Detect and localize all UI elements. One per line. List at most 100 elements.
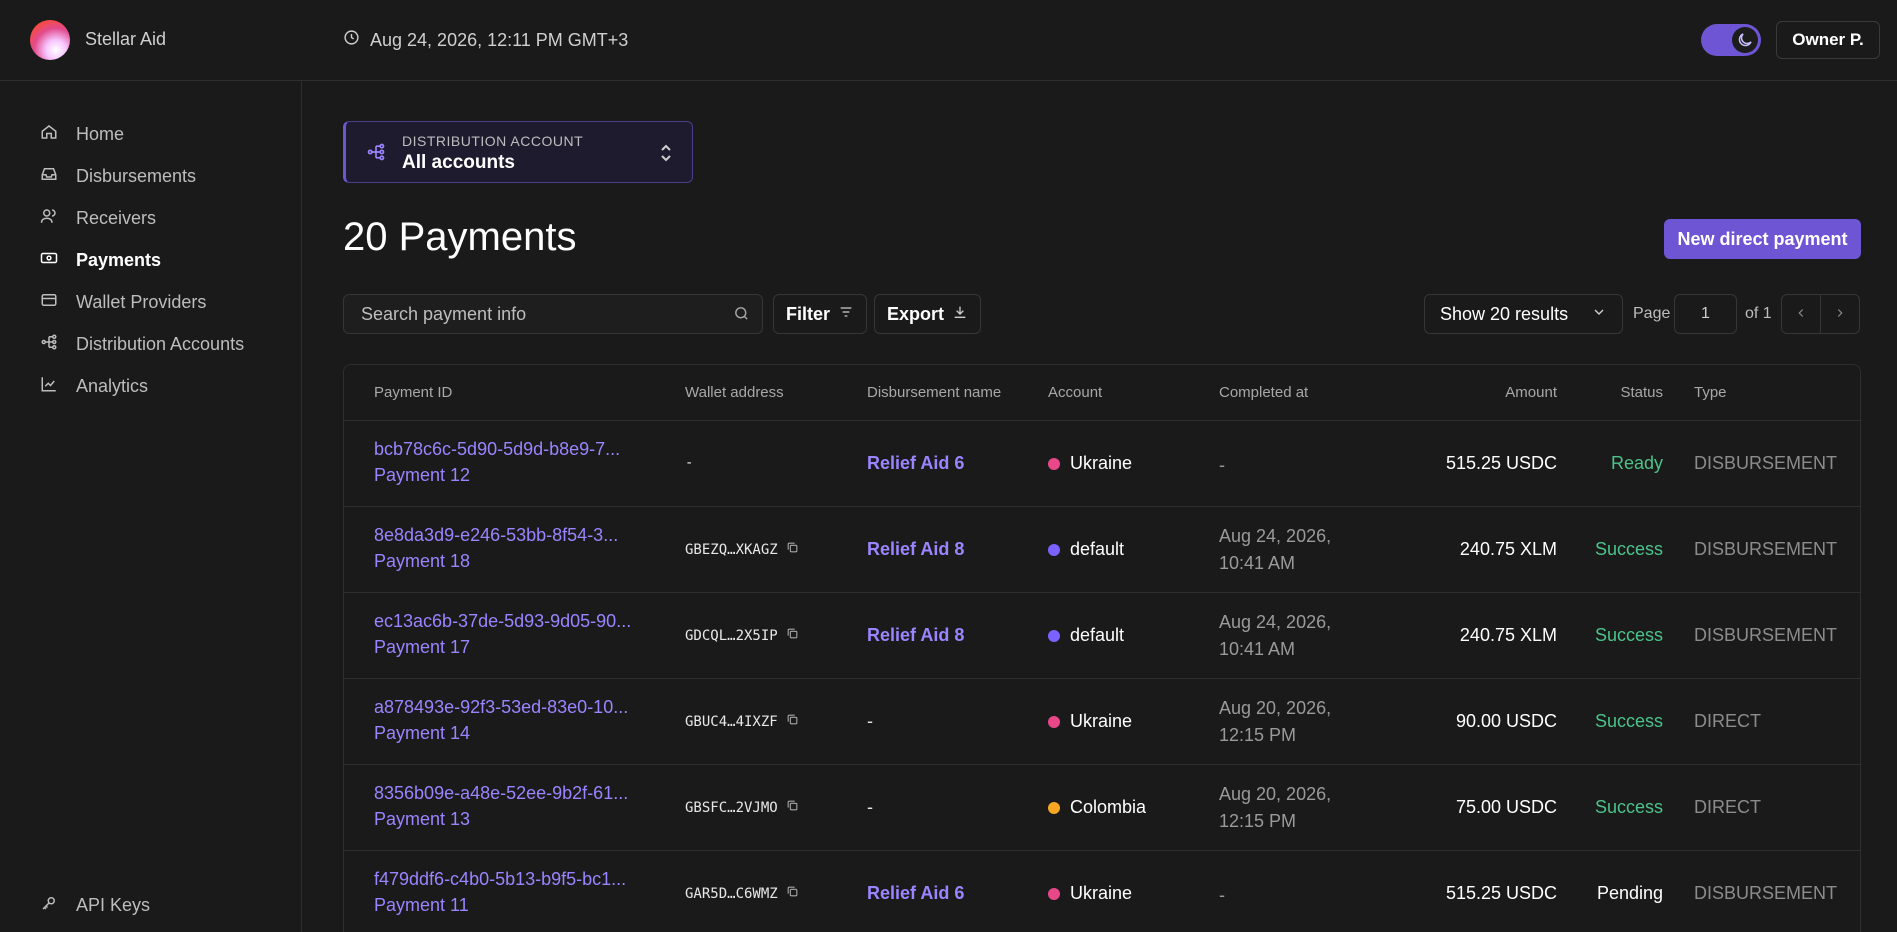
account-color-dot (1048, 887, 1060, 900)
filter-button[interactable]: Filter (773, 294, 868, 334)
clock-icon (343, 29, 360, 51)
table-row[interactable]: ec13ac6b-37de-5d93-9d05-90... Payment 17 G… (344, 593, 1860, 679)
next-page-button[interactable] (1820, 294, 1860, 334)
completed-at: Aug 20, 2026, 12:15 PM (1219, 781, 1331, 835)
payment-name-link[interactable]: Payment 17 (374, 637, 470, 658)
column-header-payment-id[interactable]: Payment ID (374, 384, 452, 401)
completed-at-date: Aug 24, 2026, (1219, 612, 1332, 632)
sidebar-item-payments[interactable]: Payments (40, 249, 161, 272)
completed-at-date: Aug 20, 2026, (1219, 698, 1332, 718)
chart-line-icon (40, 375, 58, 398)
completed-at: - (1219, 882, 1225, 909)
column-header-wallet-address[interactable]: Wallet address (685, 384, 784, 401)
completed-at-time: 12:15 PM (1219, 725, 1297, 745)
sidebar-item-label: Wallet Providers (76, 292, 207, 312)
disbursement-name[interactable]: Relief Aid 8 (867, 539, 964, 560)
copy-icon[interactable] (786, 713, 799, 730)
wallet-address: GAR5D…C6WMZ (685, 885, 799, 902)
account-cell: default (1048, 625, 1124, 646)
main-content: DISTRIBUTION ACCOUNT All accounts 20 Pay… (343, 81, 1861, 932)
payment-id-link[interactable]: 8356b09e-a48e-52ee-9b2f-61... (374, 783, 664, 804)
new-direct-payment-button[interactable]: New direct payment (1664, 219, 1861, 259)
datetime-text: Aug 24, 2026, 12:11 PM GMT+3 (370, 29, 629, 50)
amount: 75.00 USDC (1455, 797, 1557, 817)
results-per-page-select[interactable]: Show 20 results (1424, 294, 1623, 334)
network-icon (366, 142, 386, 167)
copy-icon[interactable] (786, 885, 799, 902)
amount: 90.00 USDC (1455, 711, 1557, 731)
completed-at: Aug 24, 2026, 10:41 AM (1219, 523, 1331, 577)
distribution-account-selector[interactable]: DISTRIBUTION ACCOUNT All accounts (343, 121, 693, 183)
sidebar-item-api-keys[interactable]: API Keys (40, 894, 150, 917)
account-name: Colombia (1070, 797, 1147, 817)
sidebar-item-home[interactable]: Home (40, 123, 124, 146)
sidebar-item-receivers[interactable]: Receivers (40, 207, 156, 230)
sidebar-item-wallet-providers[interactable]: Wallet Providers (40, 291, 206, 314)
datetime-display: Aug 24, 2026, 12:11 PM GMT+3 (343, 29, 628, 51)
disbursement-name[interactable]: Relief Aid 6 (867, 453, 964, 474)
payment-id-link[interactable]: bcb78c6c-5d90-5d9d-b8e9-7... (374, 439, 664, 460)
table-row[interactable]: 8e8da3d9-e246-53bb-8f54-3... Payment 18 GB… (344, 507, 1860, 593)
payment-name-link[interactable]: Payment 18 (374, 551, 470, 572)
table-row[interactable]: a878493e-92f3-53ed-83e0-10... Payment 14 G… (344, 679, 1860, 765)
wallet-address-text: - (685, 455, 694, 471)
payment-name-link[interactable]: Payment 12 (374, 465, 470, 486)
amount: 240.75 XLM (1459, 625, 1557, 645)
distribution-account-value: All accounts (402, 152, 515, 173)
account-cell: Ukraine (1048, 883, 1132, 904)
user-menu-button[interactable]: Owner P. (1776, 21, 1880, 59)
sidebar-item-disbursements[interactable]: Disbursements (40, 165, 196, 188)
table-row[interactable]: bcb78c6c-5d90-5d9d-b8e9-7... Payment 12 - R… (344, 421, 1860, 507)
payment-name-link[interactable]: Payment 11 (374, 895, 469, 916)
search-icon[interactable] (733, 305, 750, 327)
table-row[interactable]: 8356b09e-a48e-52ee-9b2f-61... Payment 13 G… (344, 765, 1860, 851)
payment-id-link[interactable]: f479ddf6-c4b0-5b13-b9f5-bc1... (374, 869, 664, 890)
sidebar-item-distribution-accounts[interactable]: Distribution Accounts (40, 333, 244, 356)
column-header-completed-at[interactable]: Completed at (1219, 384, 1308, 401)
previous-page-button[interactable] (1781, 294, 1821, 334)
status-badge: Success (1594, 711, 1663, 731)
completed-at: Aug 24, 2026, 10:41 AM (1219, 609, 1331, 663)
table-row[interactable]: f479ddf6-c4b0-5b13-b9f5-bc1... Payment 11… (344, 851, 1860, 932)
payment-type: DIRECT (1694, 711, 1761, 731)
wallet-address-text: GBSFC…2VJMO (685, 799, 778, 816)
disbursement-name[interactable]: Relief Aid 8 (867, 625, 964, 646)
payment-id-link[interactable]: 8e8da3d9-e246-53bb-8f54-3... (374, 525, 664, 546)
sidebar-item-analytics[interactable]: Analytics (40, 375, 148, 398)
app-name: Stellar Aid (85, 29, 167, 49)
wallet-icon (40, 291, 58, 314)
search-input[interactable] (343, 294, 763, 334)
disbursement-name: - (867, 797, 873, 817)
completed-at: Aug 20, 2026, 12:15 PM (1219, 695, 1331, 749)
column-header-amount[interactable]: Amount (1505, 384, 1557, 401)
export-button[interactable]: Export (874, 294, 982, 334)
wallet-address: GBSFC…2VJMO (685, 799, 799, 816)
payment-id-link[interactable]: a878493e-92f3-53ed-83e0-10... (374, 697, 664, 718)
payment-id-link[interactable]: ec13ac6b-37de-5d93-9d05-90... (374, 611, 664, 632)
page-number-input[interactable]: 1 (1674, 294, 1737, 334)
logo-icon[interactable] (30, 20, 70, 60)
completed-at-date: Aug 20, 2026, (1219, 784, 1332, 804)
copy-icon[interactable] (786, 541, 799, 558)
account-name: Ukraine (1070, 711, 1133, 731)
payment-name-link[interactable]: Payment 13 (374, 809, 470, 830)
wallet-address-text: GBUC4…4IXZF (685, 713, 778, 730)
disbursement-name: - (867, 711, 873, 731)
column-header-account[interactable]: Account (1048, 384, 1102, 401)
page-count-label: of 1 (1745, 305, 1772, 322)
copy-icon[interactable] (786, 799, 799, 816)
column-header-disbursement-name[interactable]: Disbursement name (867, 384, 1001, 401)
column-header-status[interactable]: Status (1620, 384, 1663, 401)
account-name: Ukraine (1070, 883, 1133, 903)
inbox-icon (40, 165, 58, 188)
account-color-dot (1048, 715, 1060, 728)
payment-name-link[interactable]: Payment 14 (374, 723, 470, 744)
status-badge: Pending (1596, 883, 1663, 903)
sidebar-item-label: Disbursements (76, 166, 197, 186)
disbursement-name[interactable]: Relief Aid 6 (867, 883, 964, 904)
column-header-type[interactable]: Type (1694, 384, 1727, 401)
account-color-dot (1048, 543, 1060, 556)
copy-icon[interactable] (786, 627, 799, 644)
theme-toggle[interactable] (1701, 24, 1761, 56)
results-per-page-value: Show 20 results (1440, 303, 1569, 324)
